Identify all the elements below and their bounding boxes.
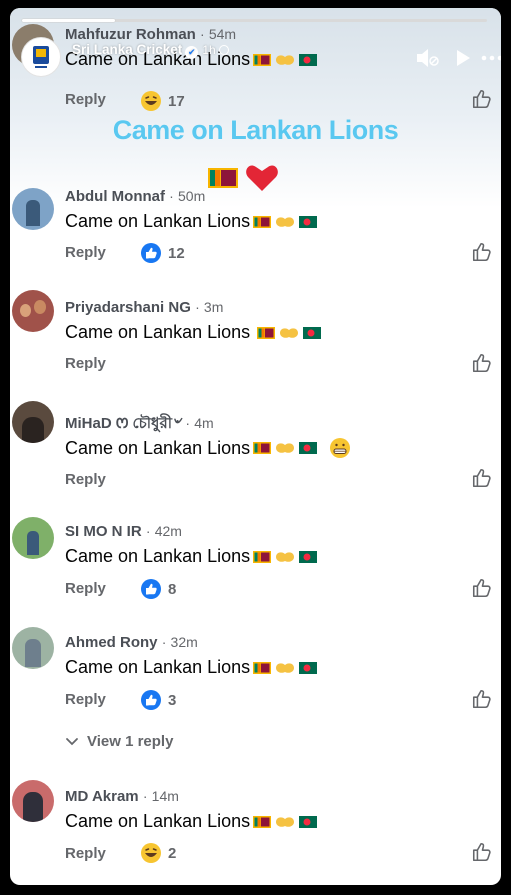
like-thumb-icon[interactable] [471,688,493,710]
chevron-down-icon [66,737,78,745]
comment-header: MD Akram · 14m [65,788,179,805]
reply-button[interactable]: Reply [65,244,106,261]
like-icon [141,579,161,599]
comment-text: Came on Lankan Lions [65,437,251,458]
like-icon [141,690,161,710]
reaction-count: 3 [168,691,177,709]
reaction-summary[interactable]: 17 [140,90,185,112]
comment-body: Came on Lankan Lions [65,657,318,678]
comment-text: Came on Lankan Lions [65,657,251,677]
grimace-emoji-icon [330,438,351,458]
comment-header: Ahmed Rony · 32m [65,634,198,651]
like-thumb-icon[interactable] [471,88,493,110]
page-avatar[interactable] [22,38,60,76]
story-progress-bar [22,19,487,22]
comment-author[interactable]: Ahmed Rony [65,634,158,651]
reply-button[interactable]: Reply [65,355,106,372]
reaction-count: 2 [168,844,177,862]
reply-button[interactable]: Reply [65,91,106,108]
like-icon [141,243,161,263]
commenter-avatar[interactable] [12,290,54,332]
flags-emoji-group [253,442,318,454]
reaction-summary[interactable]: 3 [140,689,176,711]
reply-button[interactable]: Reply [65,471,106,488]
commenter-avatar[interactable] [12,401,54,443]
comment-separator: · [169,188,174,204]
comment-text: Came on Lankan Lions [65,211,251,231]
comment-author[interactable]: Priyadarshani NG [65,299,191,316]
comment-time: 14m [151,788,179,804]
story-time: 1h [202,43,216,57]
mute-icon[interactable] [414,45,440,71]
heart-icon [246,165,278,191]
comment-author[interactable]: MD Akram [65,788,139,805]
comment-separator: · [142,788,148,804]
reply-button[interactable]: Reply [65,580,106,597]
comment-body: Came on Lankan Lions [65,211,318,232]
comment-text: Came on Lankan Lions [65,546,251,566]
story-overlay-text: Came on Lankan Lions [112,115,399,145]
reaction-count: 8 [168,580,177,598]
story-header: Sri Lanka Cricket ✔ 1h [22,38,501,80]
comment-author[interactable]: Abdul Monnaf [65,188,165,205]
flags-emoji-group [257,326,322,339]
flags-emoji-group [253,661,318,674]
reply-button[interactable]: Reply [65,691,106,708]
reaction-summary[interactable]: 2 [140,842,176,864]
commenter-avatar[interactable] [12,188,54,230]
reaction-count: 17 [168,92,185,110]
comment-header: SI MO N IR · 42m [65,523,182,540]
like-thumb-icon[interactable] [471,352,493,374]
comment-time: 3m [203,299,224,315]
comment-time: 32m [170,634,198,650]
comment-time: 4m [194,415,214,431]
comment-author[interactable]: SI MO N IR [65,523,142,540]
comment-time: 42m [154,523,182,539]
comment-separator: · [195,299,200,315]
haha-icon [141,843,161,863]
commenter-avatar[interactable] [12,517,54,559]
story-progress-fill [22,19,115,22]
view-replies-label: View 1 reply [87,733,174,750]
reaction-summary[interactable]: 12 [140,242,185,264]
flags-emoji-group [253,550,318,563]
sri-lanka-flag-icon [208,168,238,188]
comment-separator: · [185,415,191,431]
comment-body: Came on Lankan Lions [65,437,352,459]
verified-badge-icon: ✔ [185,46,199,59]
flags-emoji-group [253,815,318,828]
like-thumb-icon[interactable] [471,467,493,489]
haha-icon [141,91,161,111]
story-viewer[interactable]: Sri Lanka Cricket ✔ 1h Came on Lankan Lion… [10,8,501,885]
overlay-stickers [208,165,278,191]
comment-body: Came on Lankan Lions [65,546,318,567]
comment-header: Priyadarshani NG · 3m [65,299,223,316]
reaction-summary[interactable]: 8 [140,578,176,600]
like-thumb-icon[interactable] [471,841,493,863]
like-thumb-icon[interactable] [471,577,493,599]
globe-icon [218,45,229,55]
like-thumb-icon[interactable] [471,241,493,263]
comment-text: Came on Lankan Lions [65,811,251,831]
comment-header: MiHaD ꯁ চৌধুরী৺ · 4m [65,412,214,437]
comment-body: Came on Lankan Lions [65,322,322,343]
comment-separator: · [161,634,167,650]
more-options-icon[interactable] [479,45,501,71]
comment-author[interactable]: MiHaD ꯁ চৌধুরী৺ [65,415,181,432]
reply-button[interactable]: Reply [65,845,106,862]
sri-lanka-cricket-logo [33,46,49,68]
comment-separator: · [145,523,151,539]
view-replies-button[interactable]: View 1 reply [65,733,173,750]
page-name-line[interactable]: Sri Lanka Cricket ✔ 1h [72,42,229,59]
flags-emoji-group [253,215,318,228]
commenter-avatar[interactable] [12,627,54,669]
comment-body: Came on Lankan Lions [65,811,318,832]
comment-text: Came on Lankan Lions [65,322,251,342]
commenter-avatar[interactable] [12,780,54,822]
reaction-count: 12 [168,244,185,262]
comment-time: 50m [178,188,206,204]
play-icon[interactable] [450,45,476,71]
comment-header: Abdul Monnaf · 50m [65,188,205,205]
page-name[interactable]: Sri Lanka Cricket [72,42,182,57]
